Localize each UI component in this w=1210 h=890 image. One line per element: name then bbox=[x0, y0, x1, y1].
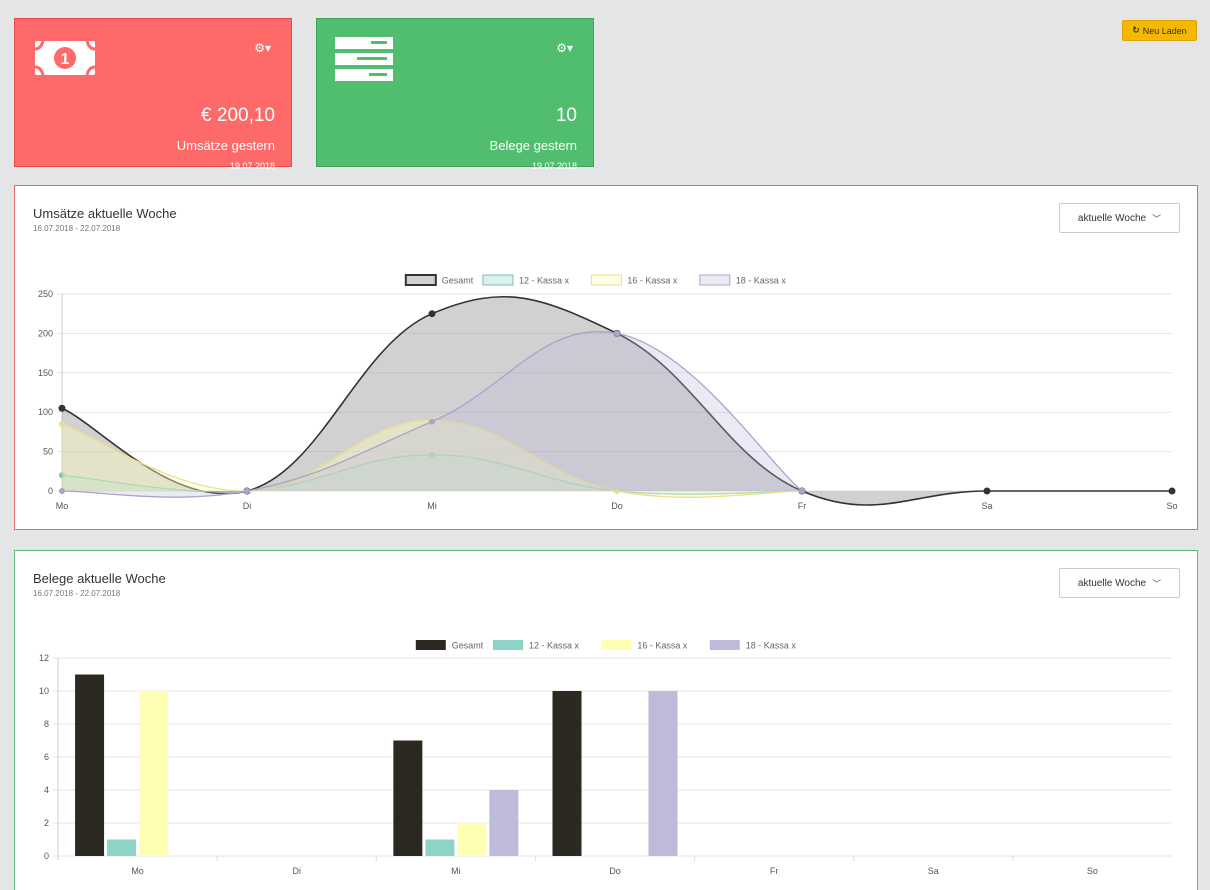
y-tick-label: 100 bbox=[38, 407, 53, 417]
x-tick-label: Sa bbox=[981, 501, 992, 511]
data-point bbox=[244, 488, 250, 494]
settings-gear-icon[interactable]: ⚙▾ bbox=[556, 41, 573, 55]
legend-label: 16 - Kassa x bbox=[627, 276, 678, 286]
legend-label: Gesamt bbox=[442, 276, 474, 286]
data-point bbox=[1168, 487, 1176, 495]
legend-swatch bbox=[493, 640, 523, 650]
data-point bbox=[614, 330, 620, 337]
bar bbox=[648, 691, 678, 856]
revenue-value: € 200,10 bbox=[201, 105, 275, 126]
legend-label: 16 - Kassa x bbox=[637, 641, 688, 651]
bar bbox=[457, 823, 487, 856]
bar bbox=[489, 790, 519, 856]
data-point bbox=[59, 421, 65, 428]
y-tick-label: 6 bbox=[44, 752, 49, 762]
data-point bbox=[799, 488, 805, 494]
revenue-label: Umsätze gestern bbox=[176, 138, 275, 153]
reload-label: Neu Laden bbox=[1142, 25, 1187, 36]
settings-gear-icon[interactable]: ⚙▾ bbox=[254, 41, 271, 55]
x-tick-label: So bbox=[1166, 501, 1177, 511]
legend-swatch bbox=[601, 640, 632, 650]
receipts-icon bbox=[335, 37, 395, 88]
data-point bbox=[983, 487, 991, 495]
y-tick-label: 0 bbox=[44, 851, 49, 861]
y-tick-label: 50 bbox=[43, 447, 53, 457]
y-tick-label: 8 bbox=[44, 719, 49, 729]
revenue-date: 19.07.2018 bbox=[229, 161, 275, 171]
receipts-bar-chart: 0 2 4 6 8 10 12 Mo Di Mi Do Fr Sa So Gesamt 12 - Kassa … bbox=[39, 640, 1172, 876]
banknote-icon: 1 bbox=[33, 37, 97, 84]
legend-label: 12 - Kassa x bbox=[519, 276, 570, 286]
y-tick-label: 150 bbox=[38, 368, 53, 378]
revenue-tile: 1 ⚙▾ € 200,10 Umsätze gestern 19.07.2018 bbox=[14, 18, 292, 171]
x-tick-label: Sa bbox=[928, 866, 939, 876]
bar bbox=[107, 839, 137, 856]
legend-swatch bbox=[699, 274, 731, 286]
legend-label: 18 - Kassa x bbox=[736, 276, 787, 286]
data-point bbox=[58, 404, 66, 412]
x-tick-label: Do bbox=[611, 501, 623, 511]
receipts-tile: ⚙▾ 10 Belege gestern 19.07.2018 bbox=[316, 18, 594, 171]
refresh-icon: ↻ bbox=[1132, 25, 1140, 36]
bar bbox=[552, 691, 582, 856]
x-tick-label: So bbox=[1087, 866, 1098, 876]
y-tick-label: 12 bbox=[39, 653, 49, 663]
legend-swatch bbox=[590, 274, 622, 286]
y-tick-label: 0 bbox=[48, 486, 53, 496]
legend-label: 18 - Kassa x bbox=[746, 641, 797, 651]
legend-label: Gesamt bbox=[452, 641, 484, 651]
y-tick-label: 10 bbox=[39, 686, 49, 696]
y-tick-label: 4 bbox=[44, 785, 49, 795]
y-tick-label: 2 bbox=[44, 818, 49, 828]
bar bbox=[393, 740, 423, 856]
svg-text:1: 1 bbox=[61, 51, 70, 68]
x-tick-label: Do bbox=[609, 866, 621, 876]
x-tick-label: Mi bbox=[451, 866, 461, 876]
y-tick-label: 250 bbox=[38, 289, 53, 299]
receipts-week-panel: Belege aktuelle Woche 16.07.2018 - 22.07… bbox=[14, 550, 1198, 890]
legend-label: 12 - Kassa x bbox=[529, 641, 580, 651]
revenue-area-chart: 0 50 100 150 200 250 Mo Di Mi Do Fr Sa So Gesamt 12 - … bbox=[38, 274, 1178, 511]
x-tick-label: Fr bbox=[798, 501, 807, 511]
receipts-label: Belege gestern bbox=[489, 138, 577, 153]
revenue-week-panel: Umsätze aktuelle Woche 16.07.2018 - 22.0… bbox=[14, 185, 1198, 530]
x-tick-label: Di bbox=[243, 501, 252, 511]
y-tick-label: 200 bbox=[38, 328, 53, 338]
receipts-value: 10 bbox=[555, 105, 577, 126]
reload-button[interactable]: ↻ Neu Laden bbox=[1122, 20, 1197, 41]
x-tick-label: Mi bbox=[427, 501, 437, 511]
x-tick-label: Mo bbox=[56, 501, 69, 511]
legend-swatch bbox=[404, 274, 437, 286]
bar bbox=[425, 839, 455, 856]
x-tick-label: Mo bbox=[131, 866, 144, 876]
data-point bbox=[428, 310, 436, 318]
x-tick-label: Fr bbox=[770, 866, 779, 876]
legend-swatch bbox=[415, 640, 446, 650]
data-point bbox=[429, 418, 435, 425]
legend-swatch bbox=[482, 274, 514, 286]
bar bbox=[139, 691, 169, 856]
data-point bbox=[59, 488, 65, 494]
x-tick-label: Di bbox=[292, 866, 301, 876]
bar bbox=[75, 674, 105, 856]
legend-swatch bbox=[709, 640, 740, 650]
receipts-date: 19.07.2018 bbox=[531, 161, 577, 171]
